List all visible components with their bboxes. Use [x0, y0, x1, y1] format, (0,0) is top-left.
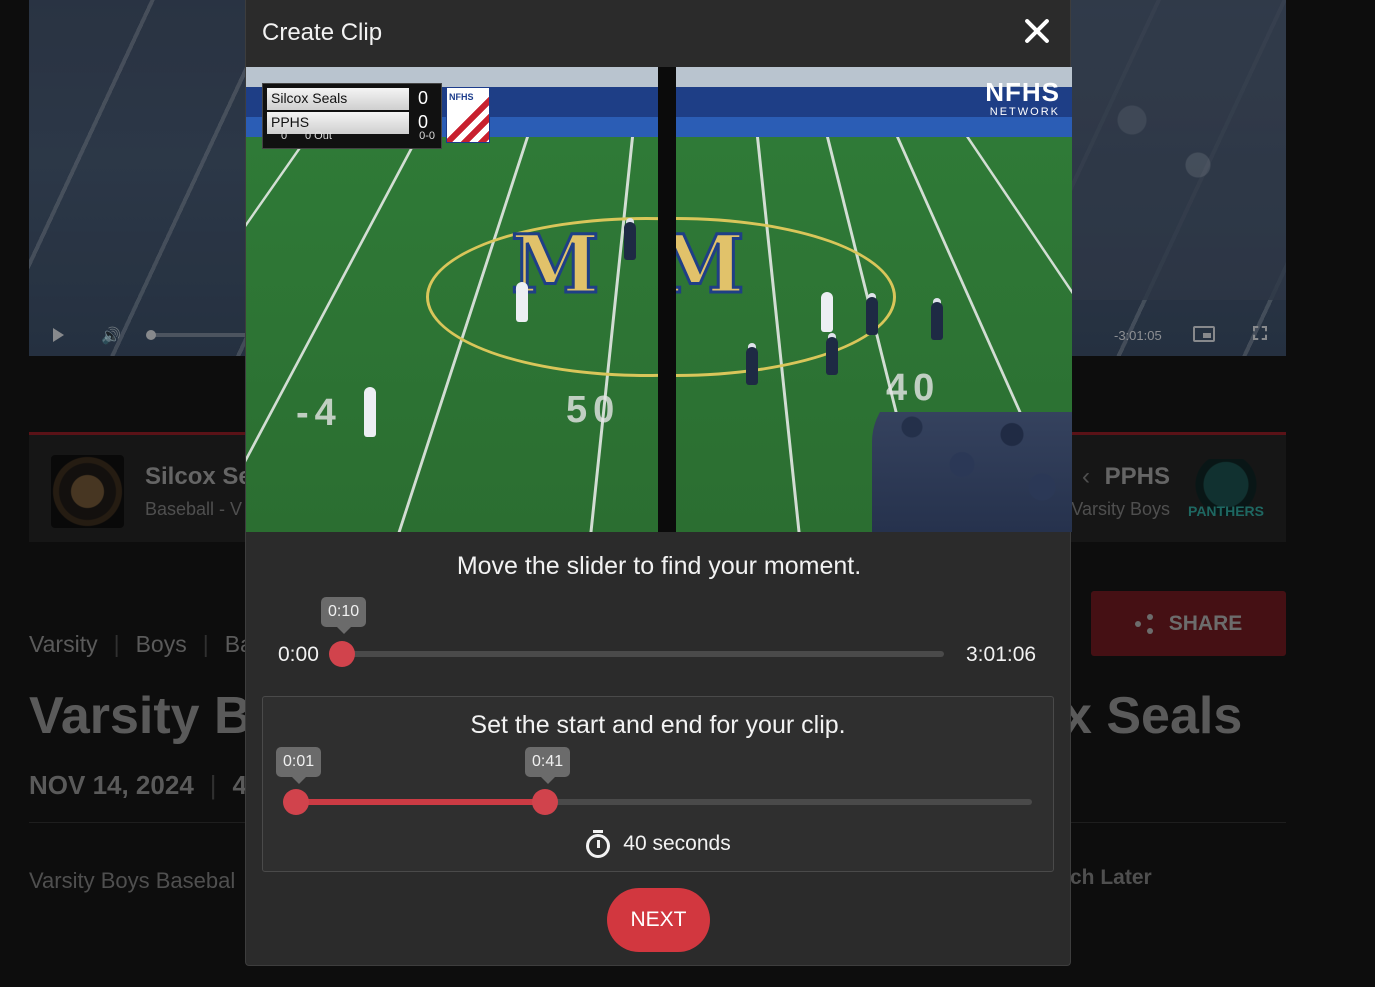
split-divider: [658, 67, 676, 532]
moment-finder: Move the slider to find your moment. 0:1…: [246, 532, 1072, 692]
modal-title: Create Clip: [262, 19, 383, 46]
clip-range-panel: Set the start and end for your clip. 0:0…: [262, 696, 1054, 872]
create-clip-modal: Create Clip M -4 50 M NFHS NETWORK Silco…: [245, 0, 1072, 966]
clip-start-handle[interactable]: [283, 789, 309, 815]
clip-range-fill: [296, 799, 545, 805]
clip-end-tooltip: 0:41: [525, 747, 571, 784]
player: [931, 302, 943, 340]
player: [364, 387, 376, 437]
player: [746, 347, 758, 385]
nfhs-network-logo: NFHS NETWORK: [985, 77, 1060, 118]
scrubber-prompt: Move the slider to find your moment.: [456, 552, 862, 580]
scrubber-handle[interactable]: [329, 641, 355, 667]
scrubber-track[interactable]: [342, 651, 944, 657]
scrubber-end-label: 3:01:06: [966, 643, 1037, 666]
player: [826, 337, 838, 375]
player: [516, 282, 528, 322]
stopwatch-icon: [585, 830, 611, 858]
clip-start-tooltip: 0:01: [276, 747, 322, 784]
bench-players: [872, 382, 1072, 532]
clip-end-handle[interactable]: [532, 789, 558, 815]
scrubber-start-label: 0:00: [278, 643, 319, 666]
modal-header: Create Clip: [246, 0, 1070, 67]
close-icon[interactable]: [1022, 16, 1052, 46]
clip-preview-video: M -4 50 M 40 NFHS NETWORK: [246, 67, 1072, 532]
player: [866, 297, 878, 335]
scorebug: Silcox Seals 0 PPHS 0 0 0 Out 0-0: [262, 83, 442, 149]
camera-view-right: M 40 NFHS NETWORK: [676, 67, 1072, 532]
clip-range-prompt: Set the start and end for your clip.: [470, 711, 846, 739]
scrubber-tooltip: 0:10: [321, 597, 367, 634]
nfhs-flag-logo: NFHS: [446, 87, 490, 143]
player: [821, 292, 833, 332]
player: [624, 222, 636, 260]
clip-duration: 40 seconds: [263, 830, 1053, 858]
next-button[interactable]: NEXT: [607, 888, 710, 952]
